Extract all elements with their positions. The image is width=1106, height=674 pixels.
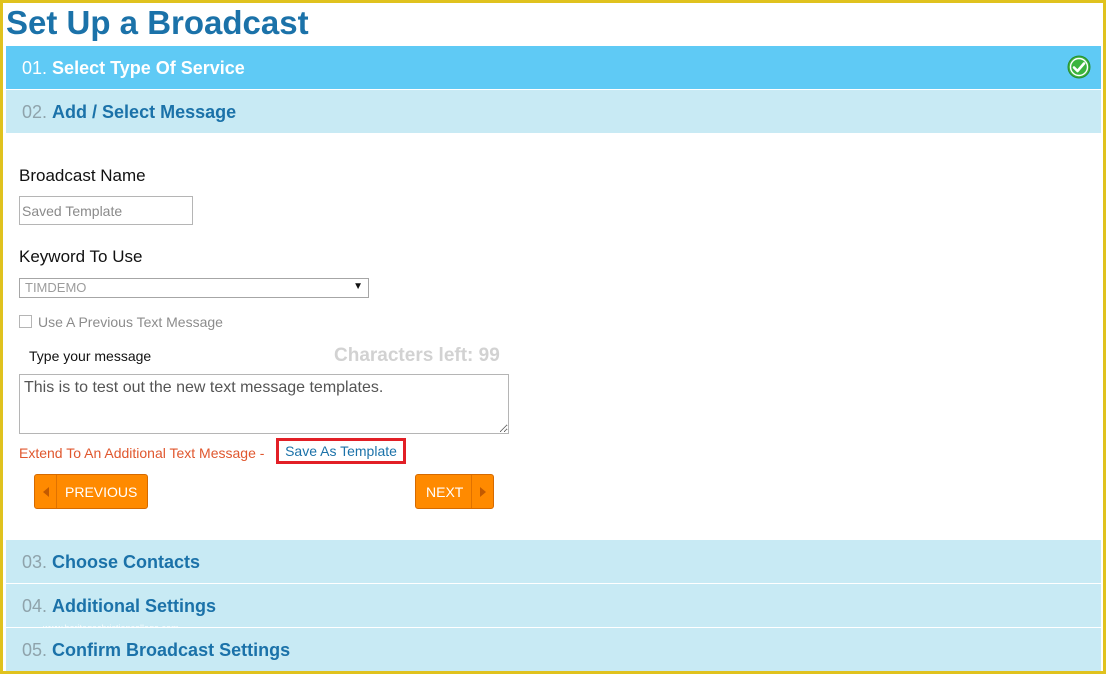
type-message-label: Type your message	[29, 348, 152, 364]
step-label: Confirm Broadcast Settings	[52, 640, 291, 660]
check-circle-icon	[1067, 55, 1091, 79]
previous-button[interactable]: PREVIOUS	[34, 474, 148, 509]
step-number: 01.	[22, 58, 48, 78]
use-previous-message-checkbox[interactable]	[19, 315, 32, 328]
keyword-select[interactable]: TIMDEMO ▼	[19, 278, 369, 298]
button-divider	[471, 475, 472, 508]
step-label: Choose Contacts	[52, 552, 201, 572]
keyword-label: Keyword To Use	[19, 247, 143, 266]
step-label: Select Type Of Service	[52, 58, 245, 78]
broadcast-name-input[interactable]	[19, 196, 193, 225]
next-button[interactable]: NEXT	[415, 474, 494, 509]
triangle-left-icon	[43, 487, 49, 497]
message-textarea[interactable]: This is to test out the new text message…	[19, 374, 509, 434]
step-header: 05. Confirm Broadcast Settings	[22, 640, 290, 661]
step-header: 01. Select Type Of Service	[22, 58, 245, 79]
triangle-right-icon	[480, 487, 486, 497]
characters-left-counter: Characters left: 99	[334, 345, 500, 366]
extend-message-link[interactable]: Extend To An Additional Text Message -	[19, 445, 264, 461]
step-number: 03.	[22, 552, 48, 572]
save-as-template-link[interactable]: Save As Template	[276, 438, 406, 464]
step-number: 02.	[22, 102, 48, 122]
next-button-label: NEXT	[426, 484, 464, 500]
step-number: 04.	[22, 596, 48, 616]
step-select-type-of-service[interactable]: 01. Select Type Of Service	[6, 46, 1101, 89]
page-title: Set Up a Broadcast	[6, 4, 309, 41]
step-add-select-message[interactable]: 02. Add / Select Message	[6, 90, 1101, 133]
keyword-selected-value: TIMDEMO	[25, 280, 87, 295]
broadcast-name-label: Broadcast Name	[19, 166, 146, 185]
page-frame: Set Up a Broadcast 01. Select Type Of Se…	[0, 0, 1106, 674]
triangle-down-icon: ▼	[353, 281, 363, 292]
step-header: 03. Choose Contacts	[22, 552, 200, 573]
step-header: 02. Add / Select Message	[22, 102, 236, 123]
step-choose-contacts[interactable]: 03. Choose Contacts	[6, 540, 1101, 583]
step-label: Add / Select Message	[52, 102, 237, 122]
step-number: 05.	[22, 640, 48, 660]
use-previous-message-row[interactable]: Use A Previous Text Message	[19, 314, 223, 330]
button-divider	[56, 475, 57, 508]
step-label: Additional Settings	[52, 596, 217, 616]
use-previous-message-label: Use A Previous Text Message	[38, 314, 223, 330]
previous-button-label: PREVIOUS	[65, 484, 138, 500]
step-confirm-broadcast-settings[interactable]: 05. Confirm Broadcast Settings	[6, 628, 1101, 671]
step-additional-settings[interactable]: 04. Additional Settings	[6, 584, 1101, 627]
step-header: 04. Additional Settings	[22, 596, 216, 617]
